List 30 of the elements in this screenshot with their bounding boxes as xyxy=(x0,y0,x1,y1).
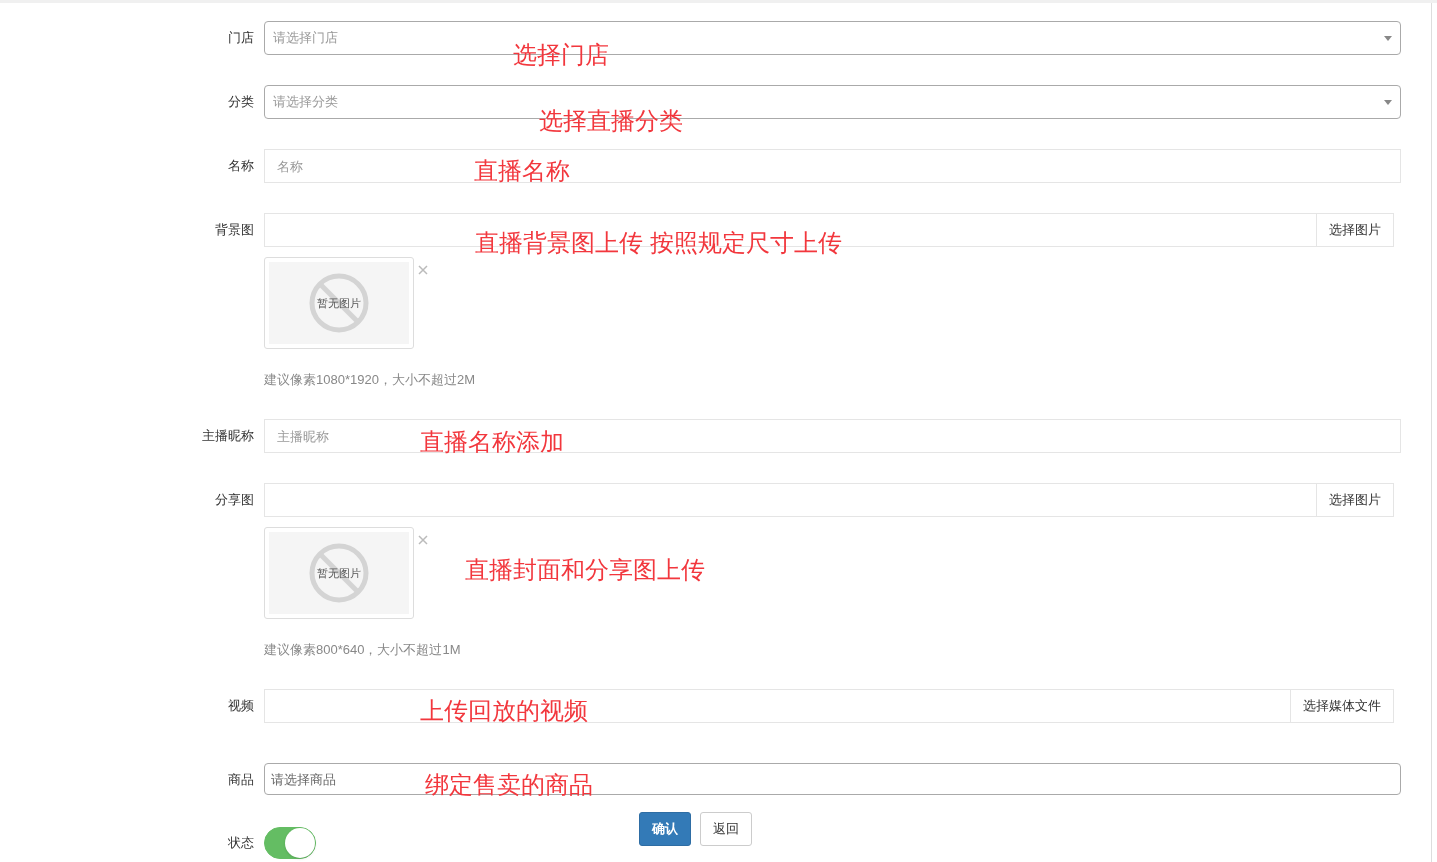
close-icon[interactable] xyxy=(418,535,428,545)
back-button[interactable]: 返回 xyxy=(700,812,752,846)
choose-file-button[interactable]: 选择图片 xyxy=(1317,213,1394,247)
no-image-text: 暂无图片 xyxy=(317,565,361,581)
size-hint: 建议像素1080*1920，大小不超过2M xyxy=(264,371,476,389)
field-label: 名称 xyxy=(227,157,255,175)
choose-file-button[interactable]: 选择媒体文件 xyxy=(1291,689,1394,723)
annotation-text: 上传回放的视频 xyxy=(420,697,588,725)
annotation-text: 直播名称 xyxy=(474,157,570,185)
field-label: 视频 xyxy=(227,697,255,715)
field-label: 背景图 xyxy=(214,221,255,239)
toggle-switch[interactable] xyxy=(264,827,316,859)
field-label: 分类 xyxy=(227,93,255,111)
size-hint: 建议像素800*640，大小不超过1M xyxy=(264,641,462,659)
field-label: 主播昵称 xyxy=(201,427,255,445)
annotation-text: 直播背景图上传 按照规定尺寸上传 xyxy=(475,229,842,257)
field-label: 分享图 xyxy=(214,491,255,509)
no-image-text: 暂无图片 xyxy=(317,295,361,311)
choose-file-button[interactable]: 选择图片 xyxy=(1317,483,1394,517)
annotation-text: 直播封面和分享图上传 xyxy=(465,556,705,584)
no-image-icon xyxy=(309,273,369,333)
field-label: 商品 xyxy=(227,771,255,789)
no-image-icon xyxy=(309,543,369,603)
field-label: 状态 xyxy=(227,834,255,852)
confirm-button[interactable]: 确认 xyxy=(639,812,691,846)
caret-icon xyxy=(1384,99,1392,105)
close-icon[interactable] xyxy=(418,265,428,275)
field-label: 门店 xyxy=(227,29,255,47)
annotation-text: 直播名称添加 xyxy=(420,428,564,456)
caret-icon xyxy=(1384,35,1392,41)
